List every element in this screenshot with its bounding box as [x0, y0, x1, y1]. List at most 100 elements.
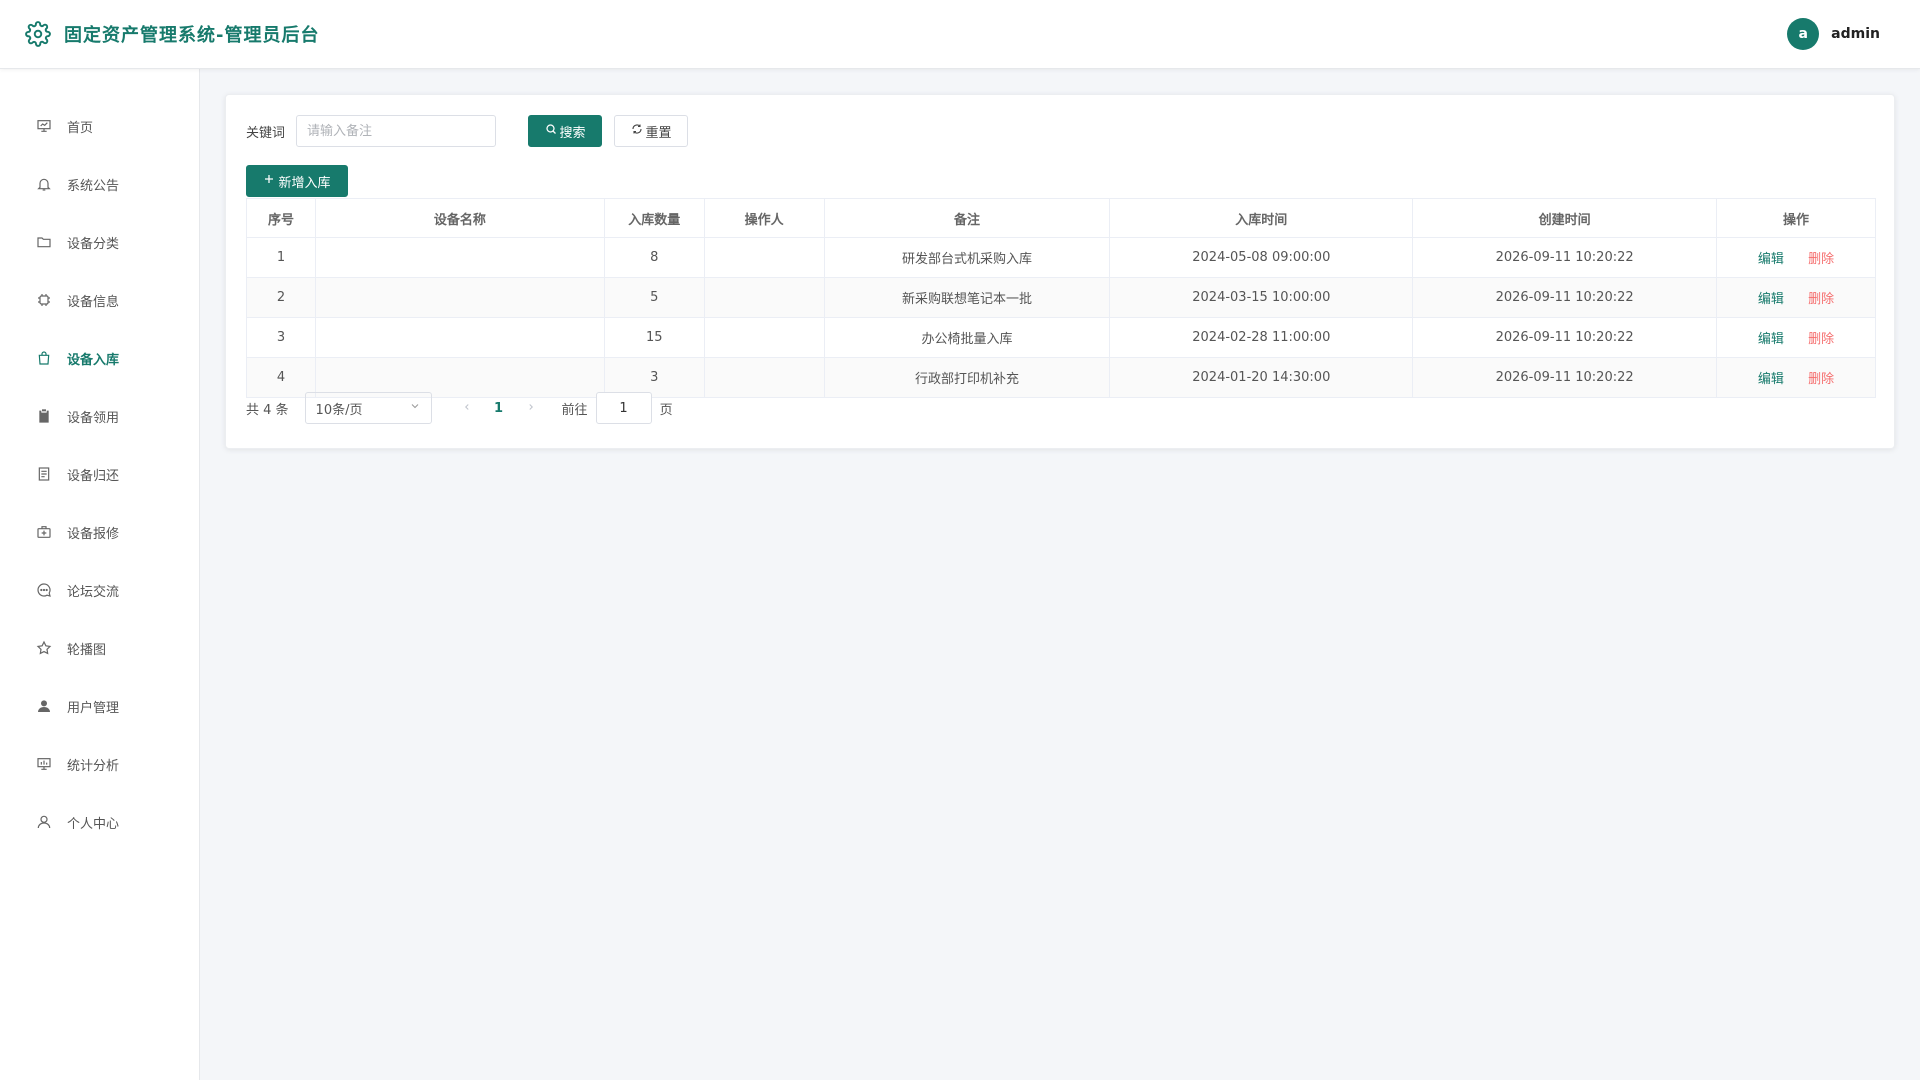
column-header: 操作人: [703, 198, 825, 238]
sidebar-item-label: 首页: [67, 120, 94, 136]
sidebar-item-device-repair[interactable]: 设备报修: [0, 503, 199, 561]
next-page-button[interactable]: [516, 401, 546, 416]
sidebar-item-device-inbound[interactable]: 设备入库: [0, 329, 199, 387]
cell-actions: 编辑 删除: [1716, 277, 1876, 318]
cell-device: [314, 277, 605, 318]
page-size-value: 10条/页: [315, 402, 363, 418]
sidebar-item-label: 论坛交流: [67, 584, 120, 600]
refresh-icon: [631, 123, 643, 139]
cell-actions: 编辑 删除: [1716, 317, 1876, 358]
chart-board-icon: [35, 755, 53, 773]
document-icon: [35, 465, 53, 483]
table-header-row: 序号 设备名称 入库数量 操作人 备注 入库时间 创建时间 操作: [246, 198, 1876, 238]
inbound-table: 序号 设备名称 入库数量 操作人 备注 入库时间 创建时间 操作 1 8 研发部…: [246, 198, 1876, 398]
presentation-icon: [35, 117, 53, 135]
sidebar-menu: 首页 系统公告 设备分类 设备信息 设备入库 设备领用 设备归还 设备报修 论坛…: [0, 69, 199, 851]
shopping-bag-icon: [35, 349, 53, 367]
cell-actions: 编辑 删除: [1716, 237, 1876, 278]
column-header: 序号: [246, 198, 316, 238]
total-count: 共 4 条: [246, 402, 289, 418]
sidebar: 首页 系统公告 设备分类 设备信息 设备入库 设备领用 设备归还 设备报修 论坛…: [0, 69, 200, 1080]
sidebar-item-label: 统计分析: [67, 758, 120, 774]
edit-button[interactable]: 编辑: [1758, 292, 1784, 307]
edit-button[interactable]: 编辑: [1758, 332, 1784, 347]
page-size-select[interactable]: 10条/页: [304, 392, 432, 424]
sidebar-item-carousel[interactable]: 轮播图: [0, 619, 199, 677]
reset-button-label: 重置: [645, 125, 672, 141]
pagination: 共 4 条 10条/页 1 前往 页: [246, 392, 673, 424]
sidebar-item-label: 设备入库: [67, 352, 120, 368]
sidebar-item-forum[interactable]: 论坛交流: [0, 561, 199, 619]
goto-page-input[interactable]: [595, 392, 652, 424]
sidebar-item-device-borrow[interactable]: 设备领用: [0, 387, 199, 445]
page-suffix: 页: [659, 402, 673, 418]
column-header: 创建时间: [1412, 198, 1718, 238]
cell-device: [314, 317, 605, 358]
sidebar-item-statistics[interactable]: 统计分析: [0, 735, 199, 793]
user-filled-icon: [35, 697, 53, 715]
avatar[interactable]: a: [1787, 18, 1820, 50]
sidebar-item-label: 用户管理: [67, 700, 120, 716]
delete-button[interactable]: 删除: [1808, 292, 1834, 307]
table-row: 2 5 新采购联想笔记本一批 2024-03-15 10:00:00 2026-…: [246, 277, 1876, 318]
table-row: 1 8 研发部台式机采购入库 2024-05-08 09:00:00 2026-…: [246, 237, 1876, 278]
cell-device: [314, 237, 605, 278]
cell-created: 2026-09-11 10:20:22: [1412, 277, 1718, 318]
reset-button[interactable]: 重置: [614, 115, 689, 147]
cell-qty: 15: [603, 317, 705, 358]
sidebar-item-home[interactable]: 首页: [0, 97, 199, 155]
app-title: 固定资产管理系统-管理员后台: [64, 25, 320, 46]
content-card: 关键词 搜索 重置 新增入库: [225, 94, 1895, 449]
sidebar-item-device-return[interactable]: 设备归还: [0, 445, 199, 503]
keyword-input[interactable]: [296, 115, 497, 147]
first-aid-kit-icon: [35, 523, 53, 541]
keyword-label: 关键词: [246, 125, 286, 141]
sidebar-item-label: 设备领用: [67, 410, 120, 426]
cell-in-time: 2024-01-20 14:30:00: [1109, 357, 1414, 398]
sidebar-item-users[interactable]: 用户管理: [0, 677, 199, 735]
sidebar-item-profile[interactable]: 个人中心: [0, 793, 199, 851]
search-button-label: 搜索: [559, 125, 586, 141]
sidebar-item-categories[interactable]: 设备分类: [0, 213, 199, 271]
edit-button[interactable]: 编辑: [1758, 252, 1784, 267]
table-row: 3 15 办公椅批量入库 2024-02-28 11:00:00 2026-09…: [246, 317, 1876, 358]
cell-created: 2026-09-11 10:20:22: [1412, 357, 1718, 398]
sidebar-item-announcements[interactable]: 系统公告: [0, 155, 199, 213]
cell-actions: 编辑 删除: [1716, 357, 1876, 398]
cell-note: 研发部台式机采购入库: [823, 237, 1111, 278]
delete-button[interactable]: 删除: [1808, 372, 1834, 387]
prev-page-button[interactable]: [452, 401, 482, 416]
search-button[interactable]: 搜索: [528, 115, 603, 147]
page-number[interactable]: 1: [484, 401, 514, 416]
sidebar-item-device-info[interactable]: 设备信息: [0, 271, 199, 329]
sidebar-item-label: 设备归还: [67, 468, 120, 484]
add-inbound-button[interactable]: 新增入库: [246, 165, 348, 197]
add-button-label: 新增入库: [278, 175, 331, 191]
column-header: 备注: [823, 198, 1111, 238]
cell-created: 2026-09-11 10:20:22: [1412, 317, 1718, 358]
goto-label: 前往: [561, 402, 588, 418]
sidebar-item-label: 设备报修: [67, 526, 120, 542]
chat-icon: [35, 581, 53, 599]
bell-icon: [35, 175, 53, 193]
folder-icon: [35, 233, 53, 251]
delete-button[interactable]: 删除: [1808, 252, 1834, 267]
cell-operator: [703, 357, 825, 398]
cell-index: 3: [246, 317, 316, 358]
search-bar: 关键词 搜索 重置: [246, 115, 689, 147]
sidebar-item-label: 个人中心: [67, 816, 120, 832]
edit-button[interactable]: 编辑: [1758, 372, 1784, 387]
user-menu[interactable]: a admin: [1787, 18, 1880, 50]
user-outline-icon: [35, 813, 53, 831]
cell-qty: 8: [603, 237, 705, 278]
cell-operator: [703, 277, 825, 318]
user-name[interactable]: admin: [1831, 26, 1880, 42]
column-header: 入库时间: [1109, 198, 1414, 238]
chip-icon: [35, 291, 53, 309]
cell-index: 1: [246, 237, 316, 278]
chevron-right-icon: [528, 403, 533, 410]
delete-button[interactable]: 删除: [1808, 332, 1834, 347]
cell-note: 办公椅批量入库: [823, 317, 1111, 358]
sidebar-item-label: 设备分类: [67, 236, 120, 252]
cell-in-time: 2024-02-28 11:00:00: [1109, 317, 1414, 358]
